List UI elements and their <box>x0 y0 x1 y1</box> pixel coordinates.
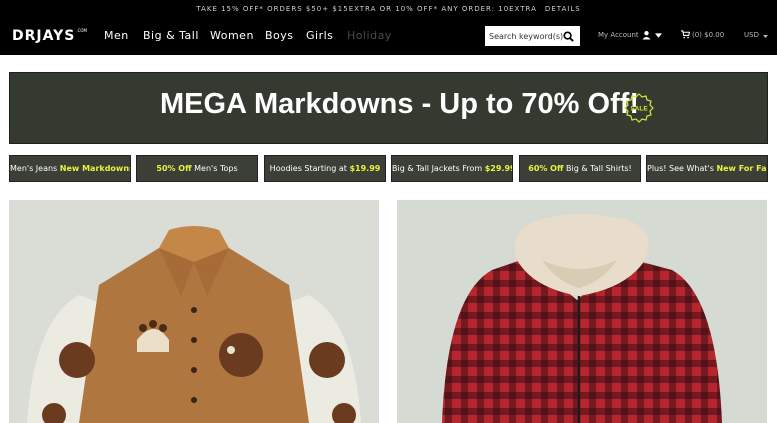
sale-badge-label: SALE <box>630 106 648 113</box>
promo-text: TAKE 15% OFF* ORDERS $50+ $15EXTRA OR 10… <box>196 5 537 13</box>
promo-text-pre: Hoodies Starting at <box>269 164 350 173</box>
nav-item-holiday[interactable]: Holiday <box>347 29 392 42</box>
promo-mens-jeans[interactable]: Men's Jeans New Markdowns <box>9 155 131 182</box>
chevron-down-icon[interactable] <box>655 33 662 38</box>
promo-text-highlight: 50% Off <box>156 164 192 173</box>
product-card-plaid-jacket[interactable] <box>397 200 767 423</box>
promo-text-highlight: New For Fall! <box>716 164 767 173</box>
promo-hoodies[interactable]: Hoodies Starting at $19.99 <box>264 155 386 182</box>
promo-text-highlight: $29.99 <box>484 164 513 173</box>
currency-selector[interactable]: USD <box>744 31 759 39</box>
promo-big-tall-jackets[interactable]: Big & Tall Jackets From $29.99 <box>391 155 513 182</box>
promo-text-pre: Big & Tall Jackets From <box>392 164 485 173</box>
main-navbar: DRJAYS.COM Men Big & Tall Women Boys Gir… <box>0 18 777 55</box>
currency-chevron-down-icon[interactable] <box>763 35 768 38</box>
logo-suffix: .COM <box>76 28 87 33</box>
promo-text-pre: Plus! See What's <box>647 164 717 173</box>
nav-item-girls[interactable]: Girls <box>306 29 333 42</box>
promo-big-tall-shirts[interactable]: 60% Off Big & Tall Shirts! <box>519 155 641 182</box>
user-icon[interactable] <box>642 30 651 40</box>
cart-icon[interactable] <box>681 30 690 39</box>
promo-text-highlight: New Markdowns <box>59 164 131 173</box>
promo-text-highlight: $19.99 <box>349 164 381 173</box>
plaid-jacket-image <box>397 200 767 423</box>
promo-mens-tops[interactable]: 50% Off Men's Tops <box>136 155 258 182</box>
varsity-jacket-image <box>9 200 379 423</box>
promo-text-highlight: 60% Off <box>528 164 564 173</box>
logo-text: DRJAYS <box>12 28 76 44</box>
nav-item-men[interactable]: Men <box>104 29 129 42</box>
search-box <box>485 26 580 46</box>
details-link[interactable]: DETAILS <box>545 5 581 13</box>
sale-badge-icon: SALE <box>624 93 654 123</box>
my-account-link[interactable]: My Account <box>598 31 639 39</box>
search-icon[interactable] <box>563 31 574 42</box>
search-input[interactable] <box>485 26 563 46</box>
top-promo-strip: TAKE 15% OFF* ORDERS $50+ $15EXTRA OR 10… <box>0 0 777 18</box>
promo-text-post: Men's Tops <box>191 164 238 173</box>
promo-new-for-fall[interactable]: Plus! See What's New For Fall! <box>646 155 768 182</box>
site-logo[interactable]: DRJAYS.COM <box>12 28 87 44</box>
nav-item-boys[interactable]: Boys <box>265 29 294 42</box>
product-card-varsity-jacket[interactable] <box>9 200 379 423</box>
hero-title: MEGA Markdowns - Up to 70% Off! <box>160 88 640 120</box>
nav-item-women[interactable]: Women <box>210 29 254 42</box>
nav-item-big-tall[interactable]: Big & Tall <box>143 29 199 42</box>
cart-total[interactable]: (0) $0.00 <box>692 31 724 39</box>
hero-banner[interactable]: MEGA Markdowns - Up to 70% Off! SALE <box>9 72 768 144</box>
promo-text-post: Big & Tall Shirts! <box>563 164 632 173</box>
promo-text-pre: Men's Jeans <box>10 164 60 173</box>
